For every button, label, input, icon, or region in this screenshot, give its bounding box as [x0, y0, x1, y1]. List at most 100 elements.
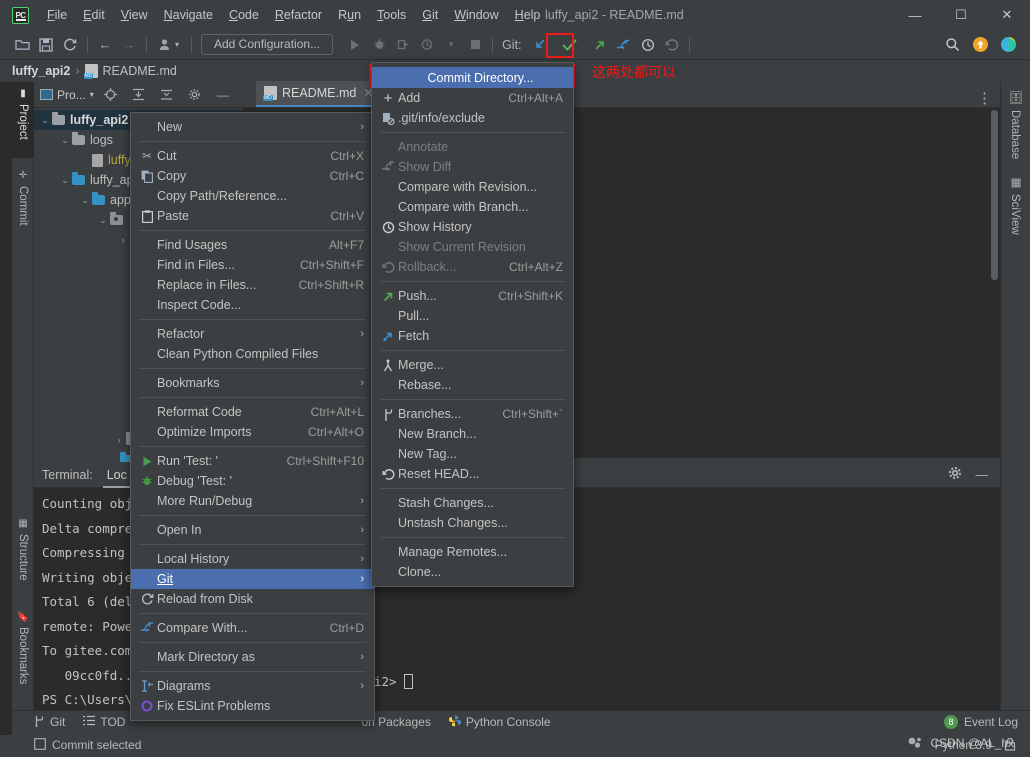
menu-item-show-history[interactable]: Show History	[372, 217, 573, 237]
close-button[interactable]: ✕	[984, 0, 1030, 30]
minimize-button[interactable]: —	[892, 0, 938, 30]
menu-item-compare-with-revision[interactable]: Compare with Revision...	[372, 177, 573, 197]
pycharm-badge-icon[interactable]	[996, 34, 1020, 56]
menu-item-find-in-files[interactable]: Find in Files... Ctrl+Shift+F	[131, 255, 374, 275]
menu-item-replace-in-files[interactable]: Replace in Files... Ctrl+Shift+R	[131, 275, 374, 295]
maximize-button[interactable]: ☐	[938, 0, 984, 30]
run-icon[interactable]	[343, 34, 367, 56]
menu-code[interactable]: Code	[221, 4, 267, 26]
menu-window[interactable]: Window	[446, 4, 506, 26]
twisty-icon[interactable]: ›	[112, 435, 126, 445]
menu-item-pull[interactable]: Pull...	[372, 306, 573, 326]
menu-item-mark-directory-as[interactable]: Mark Directory as ›	[131, 647, 374, 667]
menu-item-reformat-code[interactable]: Reformat Code Ctrl+Alt+L	[131, 402, 374, 422]
menu-item-new[interactable]: New ›	[131, 117, 374, 137]
git-push-icon[interactable]	[588, 34, 612, 56]
tool-tab-structure[interactable]: ▦ Structure	[12, 512, 34, 598]
event-log-area[interactable]: 8 Event Log	[943, 715, 1030, 729]
target-icon[interactable]	[100, 85, 122, 105]
save-icon[interactable]	[34, 34, 58, 56]
hide-terminal-icon[interactable]: —	[976, 468, 989, 482]
menu-item-fix-eslint-problems[interactable]: Fix ESLint Problems	[131, 696, 374, 716]
refresh-icon[interactable]	[58, 34, 82, 56]
menu-item-manage-remotes[interactable]: Manage Remotes...	[372, 542, 573, 562]
twisty-icon[interactable]: ⌄	[58, 135, 72, 146]
menu-file[interactable]: File	[39, 4, 75, 26]
menu-item-find-usages[interactable]: Find Usages Alt+F7	[131, 235, 374, 255]
tool-tab-database[interactable]: 🗄 Database	[1008, 82, 1022, 167]
menu-item-run-test[interactable]: Run 'Test: ' Ctrl+Shift+F10	[131, 451, 374, 471]
editor-scrollbar[interactable]	[991, 110, 998, 280]
twisty-icon[interactable]: ⌄	[78, 195, 92, 206]
menu-item-git-exclude[interactable]: .git/info/exclude	[372, 108, 573, 128]
menu-item-compare-with-branch[interactable]: Compare with Branch...	[372, 197, 573, 217]
menu-tools[interactable]: Tools	[369, 4, 414, 26]
twisty-icon[interactable]: ›	[116, 235, 130, 245]
tool-tab-commit[interactable]: ✛ Commit	[12, 164, 34, 240]
menu-git[interactable]: Git	[414, 4, 446, 26]
tool-tab-sciview[interactable]: ▦ SciView	[1008, 167, 1022, 243]
git-fetch-icon[interactable]	[612, 34, 636, 56]
menu-item-debug-test[interactable]: Debug 'Test: '	[131, 471, 374, 491]
tool-tab-bookmarks[interactable]: 🔖 Bookmarks	[12, 604, 34, 702]
user-icon[interactable]: ▾	[152, 34, 186, 56]
menu-item-commit-directory[interactable]: Commit Directory...	[372, 67, 573, 88]
git-rollback-icon[interactable]	[660, 34, 684, 56]
search-everywhere-icon[interactable]	[940, 34, 964, 56]
menu-item-local-history[interactable]: Local History ›	[131, 549, 374, 569]
menu-item-copy[interactable]: Copy Ctrl+C	[131, 166, 374, 186]
plugin-icon[interactable]	[907, 736, 923, 754]
settings-icon[interactable]	[184, 85, 206, 105]
menu-item-refactor[interactable]: Refactor ›	[131, 324, 374, 344]
breadcrumb-project[interactable]: luffy_api2	[12, 64, 70, 78]
collapse-all-icon[interactable]	[128, 85, 150, 105]
stop-icon[interactable]	[463, 34, 487, 56]
run-with-coverage-icon[interactable]	[391, 34, 415, 56]
menu-item-push[interactable]: Push... Ctrl+Shift+K	[372, 286, 573, 306]
bottom-tab-git[interactable]: Git	[34, 715, 65, 730]
tool-tab-project[interactable]: ▮ Project	[12, 82, 34, 158]
navigate-back-icon[interactable]: ←	[93, 34, 117, 56]
more-options-icon[interactable]: ⋮	[977, 89, 992, 107]
menu-item-branches[interactable]: Branches... Ctrl+Shift+`	[372, 404, 573, 424]
profile-icon[interactable]	[415, 34, 439, 56]
run-configuration-selector[interactable]: Add Configuration...	[201, 34, 334, 55]
menu-edit[interactable]: Edit	[75, 4, 113, 26]
menu-item-open-in[interactable]: Open In ›	[131, 520, 374, 540]
menu-item-stash-changes[interactable]: Stash Changes...	[372, 493, 573, 513]
chevron-down-icon[interactable]: ▾	[90, 90, 94, 99]
menu-run[interactable]: Run	[330, 4, 369, 26]
twisty-icon[interactable]: ⌄	[96, 215, 110, 226]
bottom-tab-python-console[interactable]: Python Console	[448, 715, 551, 730]
twisty-icon[interactable]: ⌄	[38, 115, 52, 126]
navigate-forward-icon[interactable]: →	[117, 34, 141, 56]
menu-item-optimize-imports[interactable]: Optimize Imports Ctrl+Alt+O	[131, 422, 374, 442]
menu-item-paste[interactable]: Paste Ctrl+V	[131, 206, 374, 226]
menu-item-new-tag[interactable]: New Tag...	[372, 444, 573, 464]
menu-item-bookmarks[interactable]: Bookmarks ›	[131, 373, 374, 393]
menu-item-more-run-debug[interactable]: More Run/Debug ›	[131, 491, 374, 511]
context-menu[interactable]: New › ✂ Cut Ctrl+X Copy Ctrl+C Copy Path…	[130, 112, 375, 721]
menu-item-compare-with[interactable]: Compare With... Ctrl+D	[131, 618, 374, 638]
menu-navigate[interactable]: Navigate	[156, 4, 221, 26]
git-commit-icon[interactable]	[558, 34, 582, 56]
gear-icon[interactable]	[948, 466, 962, 483]
menu-item-reset-head[interactable]: Reset HEAD...	[372, 464, 573, 484]
update-available-icon[interactable]	[968, 34, 992, 56]
menu-item-add[interactable]: + Add Ctrl+Alt+A	[372, 88, 573, 108]
commit-checkbox-icon[interactable]	[34, 737, 46, 753]
editor-tab-readme[interactable]: README.md ✕	[256, 81, 382, 107]
project-panel-title[interactable]: Pro... ▾	[40, 88, 94, 102]
git-submenu[interactable]: Commit Directory... + Add Ctrl+Alt+A .gi…	[371, 62, 574, 587]
hide-panel-icon[interactable]: —	[212, 85, 234, 105]
menu-help[interactable]: Help	[507, 4, 549, 26]
menu-item-git[interactable]: Git ›	[131, 569, 374, 589]
menu-item-rebase[interactable]: Rebase...	[372, 375, 573, 395]
terminal-tab-local[interactable]: Loc	[102, 462, 131, 488]
menu-item-unstash-changes[interactable]: Unstash Changes...	[372, 513, 573, 533]
twisty-icon[interactable]: ⌄	[58, 175, 72, 186]
menu-item-new-branch[interactable]: New Branch...	[372, 424, 573, 444]
git-update-icon[interactable]	[528, 34, 552, 56]
menu-item-merge[interactable]: Merge...	[372, 355, 573, 375]
git-history-icon[interactable]	[636, 34, 660, 56]
